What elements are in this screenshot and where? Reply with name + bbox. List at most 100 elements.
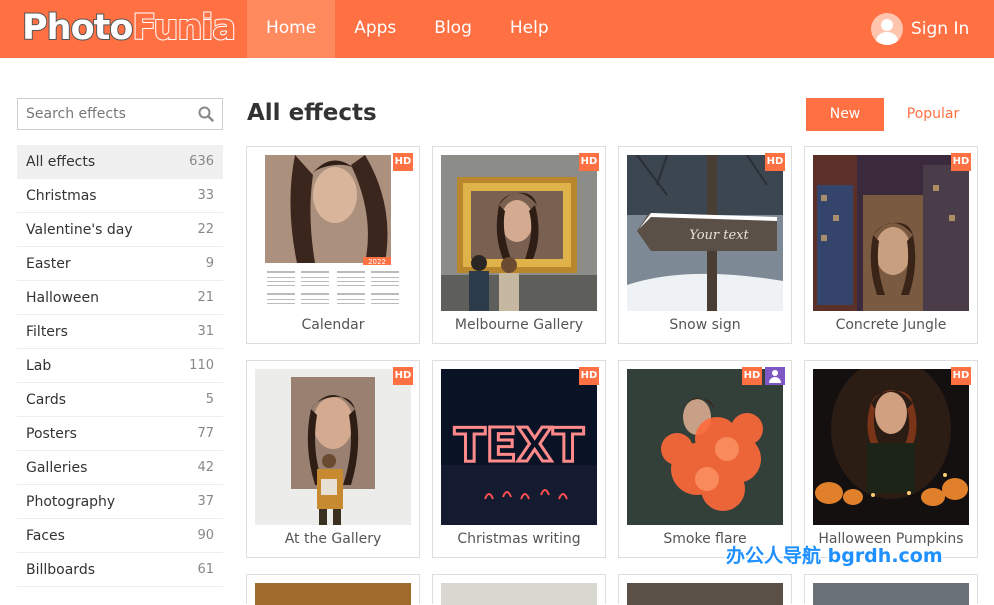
concrete-jungle-preview-image — [813, 155, 969, 311]
category-label: Easter — [26, 255, 71, 272]
smoke-flare-preview-image — [627, 369, 783, 525]
effect-card-christmas-writing[interactable]: TEXT HD Christmas writing — [432, 360, 606, 558]
category-label: Posters — [26, 425, 77, 442]
category-count: 90 — [197, 528, 214, 543]
effect-card-halloween-pumpkins[interactable]: HD Halloween Pumpkins — [804, 360, 978, 558]
search-box — [17, 98, 223, 130]
user-photo-icon — [765, 367, 785, 385]
top-header: PhotoFunia Home Apps Blog Help Sign In — [0, 0, 994, 58]
category-count: 33 — [197, 188, 214, 203]
category-label: All effects — [26, 153, 96, 170]
category-item-faces[interactable]: Faces 90 — [17, 519, 223, 553]
effect-thumbnail — [813, 155, 969, 311]
effect-card-concrete-jungle[interactable]: HD Concrete Jungle — [804, 146, 978, 344]
hd-badge: HD — [393, 153, 413, 171]
category-item-filters[interactable]: Filters 31 — [17, 315, 223, 349]
main-nav: Home Apps Blog Help — [247, 0, 568, 58]
search-input[interactable] — [18, 99, 188, 129]
snow-sign-preview-image: Your text — [627, 155, 783, 311]
sign-text: Your text — [689, 228, 749, 243]
effect-badges: HD — [393, 153, 413, 171]
category-item-christmas[interactable]: Christmas 33 — [17, 179, 223, 213]
at-the-gallery-preview-image — [255, 369, 411, 525]
category-item-easter[interactable]: Easter 9 — [17, 247, 223, 281]
category-label: Photography — [26, 493, 116, 510]
effect-title: Christmas writing — [457, 531, 581, 547]
effect-card-partial[interactable] — [432, 574, 606, 605]
effect-badges: HD — [951, 367, 971, 385]
category-item-photography[interactable]: Photography 37 — [17, 485, 223, 519]
search-icon[interactable] — [198, 106, 214, 122]
effect-thumbnail: TEXT — [441, 369, 597, 525]
category-list: All effects 636 Christmas 33 Valentine's d… — [17, 145, 223, 587]
category-item-galleries[interactable]: Galleries 42 — [17, 451, 223, 485]
logo-text-funia: Funia — [131, 7, 237, 49]
category-item-posters[interactable]: Posters 77 — [17, 417, 223, 451]
category-count: 5 — [205, 392, 214, 407]
effect-badges: HD — [951, 153, 971, 171]
effect-title: Melbourne Gallery — [454, 317, 584, 333]
effect-thumbnail: Your text — [627, 155, 783, 311]
effect-title: Concrete Jungle — [835, 317, 947, 333]
nav-home[interactable]: Home — [247, 0, 336, 58]
photofunia-logo[interactable]: PhotoFunia — [21, 7, 237, 49]
category-count: 110 — [189, 358, 214, 373]
user-avatar-icon — [871, 13, 903, 45]
effect-card-melbourne-gallery[interactable]: HD Melbourne Gallery — [432, 146, 606, 344]
category-count: 31 — [197, 324, 214, 339]
effect-thumbnail — [441, 583, 597, 605]
effect-badges: HD — [579, 153, 599, 171]
hd-badge: HD — [579, 153, 599, 171]
hd-badge: HD — [765, 153, 785, 171]
hd-badge: HD — [742, 367, 762, 385]
effect-card-calendar[interactable]: 2022 HD Calendar — [246, 146, 420, 344]
effect-card-partial[interactable] — [804, 574, 978, 605]
effect-thumbnail — [441, 155, 597, 311]
hd-badge: HD — [393, 367, 413, 385]
sign-in-link[interactable]: Sign In — [871, 12, 969, 46]
hd-badge: HD — [579, 367, 599, 385]
effect-title: Snow sign — [669, 317, 741, 333]
category-count: 42 — [197, 460, 214, 475]
category-item-cards[interactable]: Cards 5 — [17, 383, 223, 417]
category-count: 77 — [197, 426, 214, 441]
category-count: 37 — [197, 494, 214, 509]
category-item-all-effects[interactable]: All effects 636 — [17, 145, 223, 179]
nav-apps[interactable]: Apps — [335, 0, 415, 58]
site-watermark: 办公人导航 bgrdh.com — [725, 544, 945, 569]
category-label: Galleries — [26, 459, 88, 476]
category-label: Christmas — [26, 187, 97, 204]
melbourne-gallery-preview-image — [441, 155, 597, 311]
effect-title: Calendar — [301, 317, 365, 333]
category-item-lab[interactable]: Lab 110 — [17, 349, 223, 383]
category-item-halloween[interactable]: Halloween 21 — [17, 281, 223, 315]
effect-card-partial[interactable] — [618, 574, 792, 605]
category-count: 9 — [205, 256, 214, 271]
category-label: Faces — [26, 527, 65, 544]
sort-new-button[interactable]: New — [806, 98, 884, 131]
category-item-valentines-day[interactable]: Valentine's day 22 — [17, 213, 223, 247]
effect-card-smoke-flare[interactable]: HD Smoke flare — [618, 360, 792, 558]
effect-badges: HD — [765, 153, 785, 171]
effect-card-at-the-gallery[interactable]: HD At the Gallery — [246, 360, 420, 558]
effect-card-partial[interactable] — [246, 574, 420, 605]
category-item-billboards[interactable]: Billboards 61 — [17, 553, 223, 587]
effect-badges: HD — [579, 367, 599, 385]
category-label: Billboards — [26, 561, 95, 578]
halloween-pumpkins-preview-image — [813, 369, 969, 525]
nav-help[interactable]: Help — [491, 0, 568, 58]
category-label: Valentine's day — [26, 221, 133, 238]
sort-popular-button[interactable]: Popular — [893, 98, 973, 131]
sign-in-label: Sign In — [911, 19, 970, 39]
effect-thumbnail — [627, 583, 783, 605]
category-count: 21 — [197, 290, 214, 305]
category-label: Lab — [26, 357, 52, 374]
nav-blog[interactable]: Blog — [415, 0, 491, 58]
calendar-preview-image: 2022 — [255, 155, 411, 311]
christmas-writing-preview-image: TEXT — [441, 369, 597, 525]
effect-thumbnail: 2022 — [255, 155, 411, 311]
category-label: Filters — [26, 323, 68, 340]
effect-thumbnail — [627, 369, 783, 525]
effect-badges: HD — [393, 367, 413, 385]
effect-card-snow-sign[interactable]: Your text HD Snow sign — [618, 146, 792, 344]
